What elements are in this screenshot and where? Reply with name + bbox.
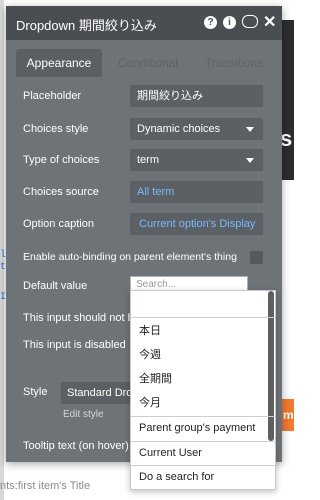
panel-title: Dropdown 期間絞り込み (16, 18, 157, 33)
choices-style-select[interactable]: Dynamic choices (130, 118, 263, 140)
dropdown-option[interactable]: Current User (131, 441, 275, 465)
default-value-label: Default value (23, 280, 88, 292)
dropdown-option[interactable]: 全期間 (131, 367, 275, 391)
dropdown-option[interactable]: Do a search for (131, 465, 275, 489)
placeholder-input[interactable]: 期間絞り込み (130, 85, 263, 107)
choices-style-value: Dynamic choices (137, 123, 221, 135)
option-caption-label: Option caption (23, 218, 94, 230)
type-of-choices-select[interactable]: term (130, 149, 263, 171)
type-of-choices-value: term (137, 154, 159, 166)
info-icon[interactable]: i (223, 16, 236, 29)
placeholder-label: Placeholder (23, 90, 82, 102)
tab-appearance[interactable]: Appearance (16, 49, 102, 77)
choices-source-label: Choices source (23, 186, 99, 198)
auto-binding-label: Enable auto-binding on parent element's … (23, 251, 237, 263)
dropdown-separator (131, 317, 275, 318)
dropdown-option[interactable]: 本日 (131, 319, 275, 343)
close-icon[interactable]: ✕ (263, 12, 276, 32)
dropdown-option[interactable]: 今週 (131, 343, 275, 367)
chevron-down-icon (246, 127, 254, 132)
default-value-dropdown-list: 本日 今週 全期間 今月 Parent group's payment Curr… (130, 290, 276, 490)
help-icon[interactable]: ? (204, 16, 217, 29)
panel-title-bar[interactable]: Dropdown 期間絞り込み ? i ✕ (6, 6, 282, 40)
auto-binding-checkbox[interactable] (250, 251, 263, 264)
type-of-choices-label: Type of choices (23, 154, 100, 166)
style-label: Style (23, 386, 48, 398)
dropdown-option[interactable]: 今月 (131, 391, 275, 415)
chevron-down-icon (246, 158, 254, 163)
dropdown-option-empty[interactable] (131, 291, 275, 315)
tab-transitions[interactable]: Transitions (194, 49, 274, 77)
dropdown-option[interactable]: Parent group's payment (131, 416, 275, 440)
comment-icon[interactable] (242, 15, 258, 28)
tooltip-label: Tooltip text (on hover) (23, 440, 129, 452)
tab-conditional[interactable]: Conditional (108, 49, 188, 77)
input-disabled-label: This input is disabled (23, 339, 126, 351)
style-select[interactable]: Standard Drop (61, 382, 131, 404)
option-caption-field[interactable]: Current option's Display (130, 213, 263, 235)
choices-style-label: Choices style (23, 123, 89, 135)
choices-source-field[interactable]: All term (130, 181, 263, 203)
input-should-not-label: This input should not be (23, 312, 140, 324)
bg-bottom-text: nts:first item's Title (0, 480, 91, 492)
edit-style-link[interactable]: Edit style (63, 409, 104, 420)
